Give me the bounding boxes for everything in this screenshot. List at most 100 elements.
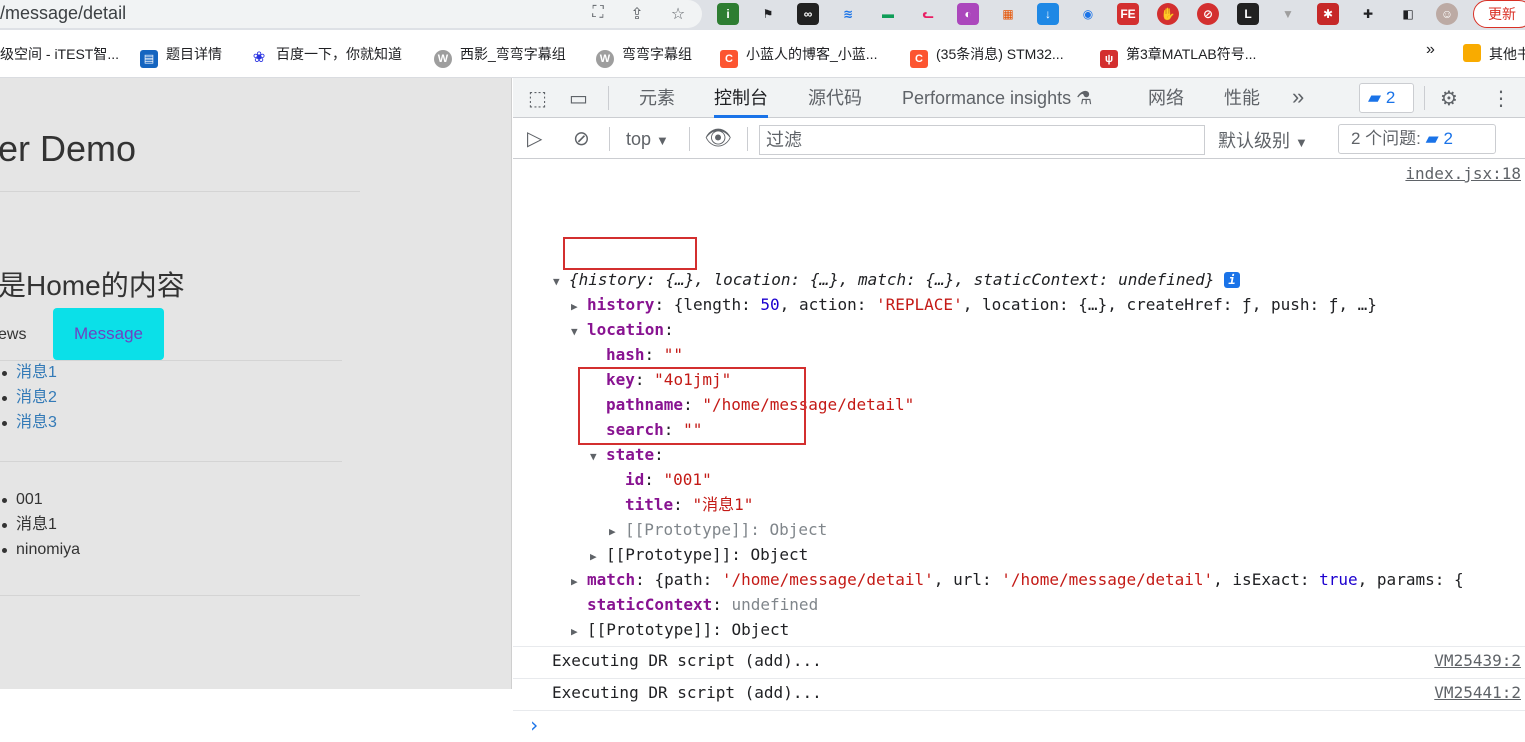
- prototype-row[interactable]: ▶ [[Prototype]]: Object: [609, 517, 827, 542]
- bookmark-star-icon[interactable]: ☆: [668, 4, 688, 24]
- share-icon[interactable]: ⇪: [627, 4, 647, 24]
- page-viewport: er Demo 是Home的内容 ews Message 消息1 消息2 消息3…: [0, 78, 512, 689]
- extension-fe-icon[interactable]: FE: [1117, 3, 1139, 25]
- live-expression-eye-icon[interactable]: 👁: [704, 125, 732, 151]
- separator: [1424, 86, 1425, 110]
- object-summary-row[interactable]: ▼ {history: {…}, location: {…}, match: {……: [553, 267, 1241, 294]
- update-button[interactable]: 更新: [1473, 0, 1525, 28]
- bookmark-item[interactable]: C (35条消息) STM32...: [910, 44, 1064, 68]
- tab-performance[interactable]: 性能: [1224, 78, 1260, 118]
- message-link[interactable]: 消息3: [0, 410, 57, 435]
- log-level-selector[interactable]: 默认级别 ▼: [1218, 127, 1308, 153]
- separator: [689, 127, 690, 151]
- device-toolbar-icon[interactable]: ▭: [569, 86, 588, 111]
- page-title: er Demo: [0, 128, 137, 169]
- tab-console[interactable]: 控制台: [714, 78, 768, 118]
- location-row[interactable]: ▼ location:: [571, 317, 674, 342]
- inspect-element-icon[interactable]: ⬚: [528, 86, 547, 111]
- expand-right-icon[interactable]: ▶: [571, 294, 587, 319]
- expand-down-icon[interactable]: ▼: [590, 444, 606, 469]
- expand-down-icon[interactable]: ▼: [553, 269, 569, 294]
- matlab-icon: ψ: [1100, 50, 1118, 68]
- expand-right-icon[interactable]: ▶: [609, 519, 625, 544]
- bookmark-item[interactable]: ▤ 题目详情: [140, 44, 222, 68]
- extension-layers-icon[interactable]: ≋: [837, 3, 859, 25]
- log-source-link[interactable]: index.jsx:18: [1405, 164, 1521, 183]
- clear-console-icon[interactable]: ⊘: [573, 126, 590, 151]
- extension-bookmark-icon[interactable]: ⚑: [757, 3, 779, 25]
- info-icon[interactable]: i: [1224, 272, 1241, 288]
- expand-down-icon[interactable]: ▼: [571, 319, 587, 344]
- divider: [0, 461, 342, 462]
- expand-right-icon[interactable]: ▶: [571, 569, 587, 594]
- filter-input[interactable]: 过滤: [759, 125, 1205, 155]
- address-bar[interactable]: /message/detail ⛶ ⇪ ☆: [0, 0, 702, 28]
- message-tab[interactable]: Message: [53, 308, 164, 360]
- home-heading: 是Home的内容: [0, 270, 185, 301]
- issues-badge[interactable]: ▰ 2: [1359, 83, 1414, 113]
- news-tab[interactable]: ews: [0, 326, 26, 344]
- settings-gear-icon[interactable]: ⚙: [1440, 86, 1458, 111]
- extension-hand-icon[interactable]: ✋: [1157, 3, 1179, 25]
- bookmark-item[interactable]: W 弯弯字幕组: [596, 44, 692, 68]
- message-link[interactable]: 消息1: [0, 360, 57, 385]
- translate-icon[interactable]: ⛶: [588, 4, 608, 22]
- console-toolbar: ▷ ⊘ top ▼ 👁 过滤 默认级别 ▼ 2 个问题: ▰ 2: [513, 119, 1525, 159]
- prototype-row[interactable]: ▶ [[Prototype]]: Object: [590, 542, 808, 567]
- bookmark-item[interactable]: ❀ 百度一下，你就知道: [250, 44, 402, 67]
- more-tabs-icon[interactable]: »: [1292, 84, 1304, 110]
- extension-l-icon[interactable]: L: [1237, 3, 1259, 25]
- bookmark-item[interactable]: ψ 第3章MATLAB符号...: [1100, 44, 1256, 68]
- console-message: Executing DR script (add)... VM25439:2: [513, 646, 1525, 678]
- extension-download-icon[interactable]: ↓: [1037, 3, 1059, 25]
- extension-bug-icon[interactable]: ✱: [1317, 3, 1339, 25]
- tab-performance-insights[interactable]: Performance insights ⚗: [902, 78, 1092, 118]
- side-panel-icon[interactable]: ◧: [1397, 3, 1419, 25]
- extension-cat-icon[interactable]: ᓚ: [917, 3, 939, 25]
- kebab-menu-icon[interactable]: ⋮: [1491, 86, 1511, 111]
- issues-message-icon: ▰: [1425, 129, 1439, 148]
- profile-avatar[interactable]: ☺: [1436, 3, 1458, 25]
- tab-sources[interactable]: 源代码: [808, 78, 862, 118]
- bookmark-item[interactable]: 级空间 - iTEST智...: [0, 44, 119, 64]
- history-row[interactable]: ▶ history: {length: 50, action: 'REPLACE'…: [571, 292, 1377, 317]
- state-row[interactable]: ▼ state:: [590, 442, 664, 467]
- divider: [0, 191, 360, 192]
- expand-right-icon[interactable]: ▶: [590, 544, 606, 569]
- url-text[interactable]: /message/detail: [0, 3, 126, 24]
- extension-circle-icon[interactable]: ◉: [1077, 3, 1099, 25]
- context-selector[interactable]: top ▼: [626, 119, 669, 159]
- extension-purple-icon[interactable]: ◐: [957, 3, 979, 25]
- sidebar-toggle-icon[interactable]: ▷: [527, 126, 542, 151]
- bookmark-item[interactable]: W 西影_弯弯字幕组: [434, 44, 566, 68]
- bookmarks-overflow-button[interactable]: »: [1426, 41, 1435, 59]
- extension-infinity-icon[interactable]: ∞: [797, 3, 819, 25]
- log-source-link[interactable]: VM25439:2: [1434, 651, 1521, 670]
- dropdown-caret-icon: ▼: [1295, 135, 1308, 150]
- issues-message-icon: ▰: [1368, 88, 1382, 107]
- csdn-icon: C: [720, 50, 738, 68]
- extension-info-icon[interactable]: i: [717, 3, 739, 25]
- extensions-puzzle-icon[interactable]: ✚: [1357, 3, 1379, 25]
- bookmark-folder-other[interactable]: 其他书: [1463, 44, 1525, 64]
- devtools-panel: ⬚ ▭ 元素 控制台 源代码 Performance insights ⚗ 网络…: [513, 78, 1525, 737]
- prototype-row[interactable]: ▶ [[Prototype]]: Object: [571, 617, 789, 642]
- separator: [608, 86, 609, 110]
- bookmark-item[interactable]: C 小蓝人的博客_小蓝...: [720, 44, 877, 68]
- log-source-link[interactable]: VM25441:2: [1434, 683, 1521, 702]
- console-prompt[interactable]: ›: [513, 710, 1525, 742]
- extension-vue-icon[interactable]: ▼: [1277, 3, 1299, 25]
- message-link[interactable]: 消息2: [0, 385, 57, 410]
- issues-button[interactable]: 2 个问题: ▰ 2: [1338, 124, 1496, 154]
- match-row[interactable]: ▶ match: {path: '/home/message/detail', u…: [571, 567, 1464, 592]
- expand-right-icon[interactable]: ▶: [571, 619, 587, 644]
- message-list: 消息1 消息2 消息3: [0, 360, 57, 435]
- hash-row: hash: "": [606, 345, 684, 364]
- tab-elements[interactable]: 元素: [639, 78, 675, 118]
- tab-network[interactable]: 网络: [1148, 78, 1184, 118]
- extension-block-icon[interactable]: ⊘: [1197, 3, 1219, 25]
- extension-green-icon[interactable]: ▬: [877, 3, 899, 25]
- extension-calendar-icon[interactable]: ▦: [997, 3, 1019, 25]
- detail-item: 消息1: [0, 512, 80, 537]
- bookmark-favicon-icon: ▤: [140, 50, 158, 68]
